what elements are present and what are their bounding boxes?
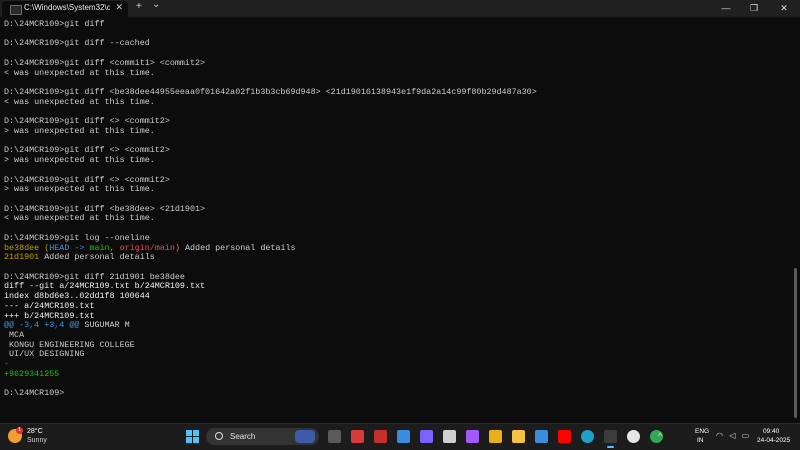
edge-icon[interactable] <box>581 430 594 443</box>
terminal-output[interactable]: D:\24MCR109>git diff D:\24MCR109>git diff… <box>4 20 784 424</box>
search-icon <box>215 432 223 440</box>
clock-time[interactable]: 09:40 <box>763 428 779 435</box>
security-app-icon[interactable] <box>351 430 364 443</box>
design-app-icon[interactable] <box>466 430 479 443</box>
chatgpt-icon[interactable] <box>627 430 640 443</box>
terminal-text: D:\24MCR109>git diff <> <commit2> <box>4 116 170 127</box>
terminal-text: origin/main <box>119 242 175 253</box>
show-hidden-icons-icon[interactable]: ^ <box>658 431 662 441</box>
language-indicator[interactable]: ENG <box>695 428 709 435</box>
new-tab-button[interactable]: + <box>136 1 142 12</box>
youtube-icon[interactable] <box>558 430 571 443</box>
file-explorer-icon[interactable] <box>512 430 525 443</box>
terminal-text: main <box>89 242 110 253</box>
terminal-text: D:\24MCR109>git log --oneline <box>4 232 150 243</box>
terminal-line: - <box>4 359 784 370</box>
tab-close-icon[interactable]: ✕ <box>115 2 123 13</box>
terminal-line: < was unexpected at this time. <box>4 96 784 108</box>
terminal-text: < was unexpected at this time. <box>4 96 155 107</box>
terminal-text: MCA <box>4 330 25 340</box>
terminal-icon[interactable] <box>604 430 617 448</box>
terminal-line: < was unexpected at this time. <box>4 214 784 224</box>
terminal-text: - <box>4 359 10 370</box>
terminal-line: 21d1901 Added personal details <box>4 252 784 263</box>
clock-date[interactable]: 24-04-2025 <box>757 437 790 444</box>
terminal-text: index d8bd6e3..02dd1f8 100644 <box>4 291 150 302</box>
task-view-icon[interactable] <box>328 430 341 443</box>
wifi-volume-battery-icon[interactable]: ◠ ◁ ▭ <box>716 431 751 440</box>
windows-logo-icon <box>186 430 192 436</box>
minimize-button[interactable]: — <box>712 0 740 17</box>
terminal-line: D:\24MCR109>git diff --cached <box>4 39 784 49</box>
terminal-line: < was unexpected at this time. <box>4 67 784 79</box>
maximize-button[interactable]: ❐ <box>740 0 768 17</box>
terminal-text: --- a/24MCR109.txt <box>4 300 95 311</box>
terminal-text: 21d1901 <box>4 252 40 263</box>
terminal-text: Added personal details <box>39 252 155 263</box>
search-highlight-icon <box>295 430 315 443</box>
pdf-app-icon[interactable] <box>374 430 387 443</box>
terminal-text: @@ -3,4 +3,4 @@ <box>4 320 80 331</box>
calendar-app-icon[interactable] <box>443 430 456 443</box>
cmd-icon <box>10 5 22 15</box>
terminal-line: > was unexpected at this time. <box>4 184 784 195</box>
terminal-text: ( <box>39 242 50 253</box>
terminal-line: KONGU ENGINEERING COLLEGE <box>4 339 784 351</box>
chrome-profile-icon[interactable] <box>489 430 502 443</box>
terminal-line: index d8bd6e3..02dd1f8 100644 <box>4 291 784 302</box>
search-box[interactable]: Search <box>206 428 319 445</box>
terminal-line: @@ -3,4 +3,4 @@ SUGUMAR M <box>4 320 784 331</box>
weather-temperature: 28°C <box>27 428 43 435</box>
terminal-text: D:\24MCR109>git diff <box>4 20 105 29</box>
terminal-text: D:\24MCR109>git diff <be38dee> <21d1901> <box>4 203 206 214</box>
tab-cmd[interactable]: C:\Windows\System32\cmd.e ✕ <box>2 1 128 17</box>
tab-title: C:\Windows\System32\cmd.e <box>24 3 110 12</box>
terminal-text: diff --git a/24MCR109.txt b/24MCR109.txt <box>4 281 206 292</box>
terminal-text: D:\24MCR109>git diff <commit1> <commit2> <box>4 57 206 68</box>
terminal-text: D:\24MCR109>git diff --cached <box>4 38 150 49</box>
terminal-text: KONGU ENGINEERING COLLEGE <box>4 339 135 350</box>
terminal-text: D:\24MCR109>git diff <be38dee44955eeaa0f… <box>4 87 537 98</box>
terminal-text: D:\24MCR109>git diff <> <commit2> <box>4 174 170 185</box>
terminal-text: be38dee <box>4 242 40 253</box>
terminal-text: Added personal details <box>179 242 296 253</box>
terminal-line: +9629341255 <box>4 368 784 380</box>
terminal-line: > was unexpected at this time. <box>4 125 784 137</box>
terminal-text: HEAD -> <box>49 242 90 253</box>
terminal-text: +9629341255 <box>4 368 60 379</box>
terminal-text: SUGUMAR M <box>79 320 130 331</box>
search-label: Search <box>230 432 256 441</box>
terminal-text: , <box>109 242 120 253</box>
terminal-line: --- a/24MCR109.txt <box>4 300 784 312</box>
terminal-text: < was unexpected at this time. <box>4 67 155 78</box>
terminal-text: D:\24MCR109> <box>4 388 65 399</box>
start-button[interactable] <box>186 430 199 443</box>
terminal-line: D:\24MCR109> <box>4 388 784 399</box>
tab-dropdown-icon[interactable]: ⌄ <box>152 0 160 10</box>
terminal-text: < was unexpected at this time. <box>4 213 155 224</box>
terminal-line: UI/UX DESIGNING <box>4 350 784 360</box>
store-icon[interactable] <box>535 430 548 443</box>
terminal-line: D:\24MCR109>git diff <box>4 20 784 30</box>
taskbar: 1 28°C Sunny Search ^ ENG IN ◠ ◁ ▭ 09:40… <box>0 423 800 450</box>
terminal-text: +++ b/24MCR109.txt <box>4 310 95 321</box>
close-button[interactable]: ✕ <box>770 0 798 17</box>
terminal-text: D:\24MCR109>git diff 21d1901 be38dee <box>4 271 185 282</box>
terminal-text: > was unexpected at this time. <box>4 125 155 136</box>
notification-badge: 1 <box>16 427 23 434</box>
region-indicator[interactable]: IN <box>697 437 704 444</box>
scrollbar[interactable] <box>794 268 797 418</box>
media-app-icon[interactable] <box>420 430 433 443</box>
terminal-text: > was unexpected at this time. <box>4 184 155 195</box>
terminal-text: D:\24MCR109>git diff <> <commit2> <box>4 145 170 156</box>
terminal-text: > was unexpected at this time. <box>4 155 155 166</box>
weather-description: Sunny <box>27 437 47 444</box>
title-bar: C:\Windows\System32\cmd.e ✕ + ⌄ — ❐ ✕ <box>0 0 800 17</box>
chart-app-icon[interactable] <box>397 430 410 443</box>
terminal-text: UI/UX DESIGNING <box>4 349 85 360</box>
terminal-line: > was unexpected at this time. <box>4 155 784 166</box>
